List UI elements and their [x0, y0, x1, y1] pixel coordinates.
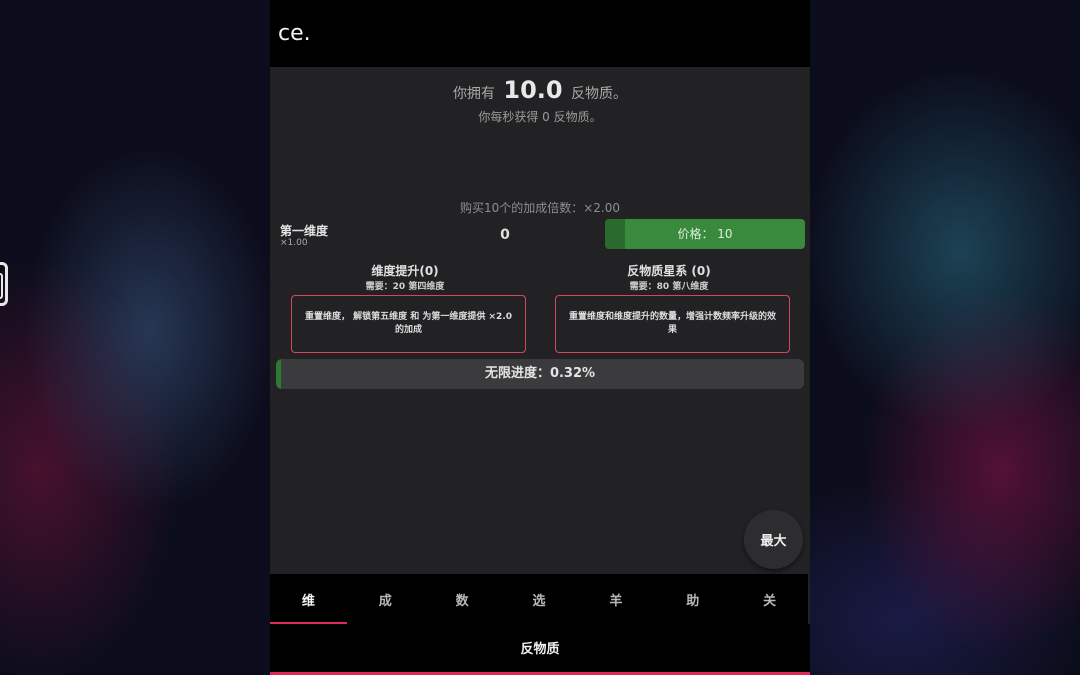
dimension-multiplier: ×1.00 — [280, 238, 308, 248]
dimboost-button[interactable]: 重置维度， 解锁第五维度 和 为第一维度提供 ×2.0 的加成 — [291, 295, 526, 353]
dimboost-title: 维度提升(0) — [371, 264, 439, 278]
tab-label: 维 — [301, 593, 315, 609]
tab-label: 数 — [455, 593, 469, 609]
max-all-label: 最大 — [760, 534, 787, 549]
tab-label: 选 — [532, 593, 546, 609]
infinity-progress-bar: 无限进度：0.32% — [276, 359, 804, 389]
tab-statistics[interactable]: 数 — [424, 574, 501, 624]
tab-label: 助 — [686, 593, 700, 609]
galaxy-button[interactable]: 重置维度和维度提升的数量，增强计数频率升级的效果 — [555, 295, 790, 353]
antimatter-prefix: 你拥有 — [452, 86, 495, 102]
dimension-name: 第一维度 — [280, 224, 329, 238]
tab-sheep[interactable]: 羊 — [577, 574, 654, 624]
tab-dimensions[interactable]: 维 — [270, 574, 347, 624]
tab-achievements[interactable]: 成 — [347, 574, 424, 624]
antimatter-amount: 10.0 — [503, 76, 563, 104]
tab-label: 成 — [378, 593, 392, 609]
buy-dimension-cost: 价格： 10 — [677, 227, 733, 241]
buy10-multiplier: 购买10个的加成倍数：×2.00 — [459, 201, 621, 215]
tab-help[interactable]: 助 — [654, 574, 731, 624]
tab-options[interactable]: 选 — [501, 574, 578, 624]
buy-dimension-button[interactable]: 价格： 10 — [605, 219, 805, 249]
antimatter-rate: 你每秒获得 0 反物质。 — [478, 110, 602, 124]
subtab-antimatter[interactable]: 反物质 — [270, 624, 810, 675]
tab-about[interactable]: 关 — [731, 574, 808, 624]
game-window: ce. 你拥有 10.0 反物质。 你每秒获得 0 反物质。 购买10个的加成倍… — [270, 0, 810, 675]
galaxy-title: 反物质星系 (0) — [627, 264, 711, 278]
tab-label: 关 — [763, 593, 777, 609]
max-all-button[interactable]: 最大 — [744, 510, 803, 569]
galaxy-description: 重置维度和维度提升的数量，增强计数频率升级的效果 — [568, 312, 776, 335]
infinity-progress-label: 无限进度：0.32% — [484, 366, 596, 381]
dimboost-description: 重置维度， 解锁第五维度 和 为第一维度提供 ×2.0 的加成 — [304, 312, 513, 335]
top-bar: ce. — [270, 0, 810, 67]
antimatter-amount-line: 你拥有 10.0 反物质。 — [270, 76, 810, 104]
tab-label: 羊 — [609, 593, 623, 609]
galaxy-requirement: 需要：80 第八维度 — [629, 282, 709, 292]
dimboost-requirement: 需要：20 第四维度 — [365, 282, 445, 292]
main-tab-bar: 维 成 数 选 羊 助 关 — [270, 574, 808, 624]
subtab-label: 反物质 — [520, 642, 560, 657]
sub-tab-bar: 反物质 — [270, 624, 810, 675]
antimatter-suffix: 反物质。 — [571, 86, 628, 102]
side-panel-icon[interactable] — [0, 262, 8, 306]
header-text: ce. — [278, 21, 311, 46]
dimension-amount: 0 — [500, 227, 510, 243]
